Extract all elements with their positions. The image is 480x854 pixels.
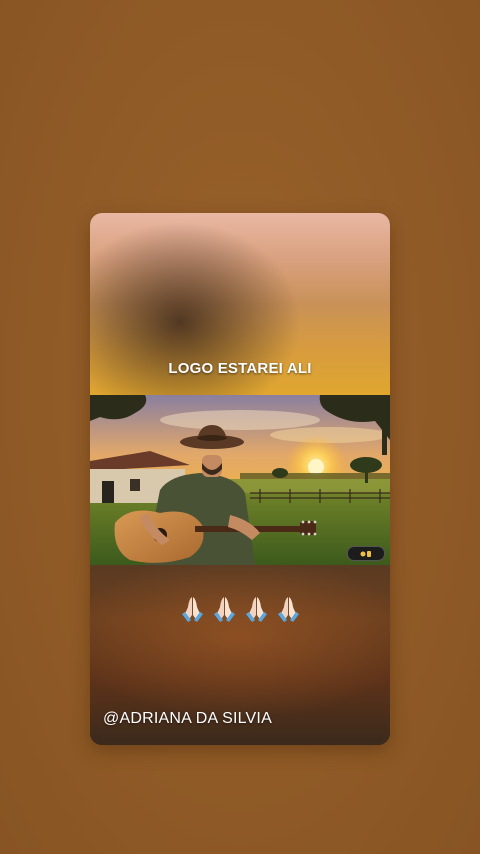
emoji-row	[90, 595, 390, 623]
story-top-blur: LOGO ESTAREI ALI	[90, 213, 390, 395]
folded-hands-icon	[213, 597, 235, 622]
story-bottom-blur: @ADRIANA DA SILVIA	[90, 565, 390, 745]
reaction-badge-icon[interactable]	[347, 546, 385, 561]
story-photo[interactable]	[90, 395, 390, 565]
folded-hands-icon	[181, 597, 203, 622]
story-handle[interactable]: @ADRIANA DA SILVIA	[103, 710, 272, 728]
story-card[interactable]: LOGO ESTAREI ALI @ADRIANA DA SILVIA	[90, 213, 390, 745]
guitarist-sunset-image	[90, 395, 390, 565]
folded-hands-icon	[277, 597, 299, 622]
folded-hands-icon	[245, 597, 267, 622]
story-caption: LOGO ESTAREI ALI	[168, 360, 312, 377]
